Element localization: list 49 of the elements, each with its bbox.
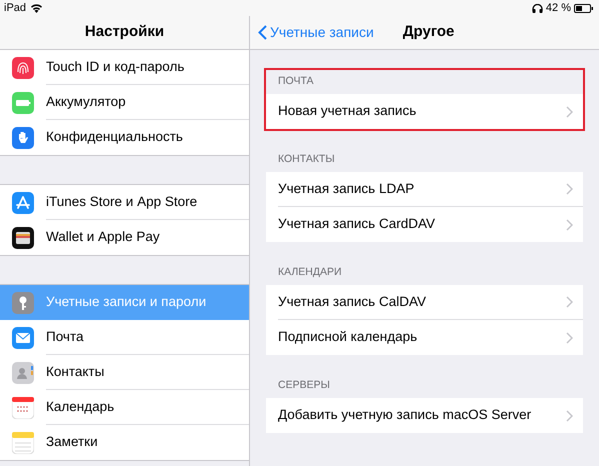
section-header: ПОЧТА	[278, 74, 314, 90]
sidebar-item-label: Календарь	[46, 398, 114, 416]
sidebar-item-label: Аккумулятор	[46, 92, 126, 111]
list-row[interactable]: Новая учетная запись	[266, 94, 583, 129]
section-header: СЕРВЕРЫ	[278, 378, 330, 394]
sidebar-item-label: iTunes Store и App Store	[46, 192, 198, 211]
chevron-right-icon	[566, 183, 573, 195]
battery-icon	[574, 4, 593, 12]
chevron-right-icon	[566, 296, 573, 308]
contacts-icon	[12, 362, 34, 384]
row-label: Новая учетная запись	[278, 102, 416, 120]
page-title: Другое	[402, 22, 454, 42]
section-header: КОНТАКТЫ	[278, 152, 335, 168]
chevron-right-icon	[566, 410, 573, 422]
row-label: Учетная запись LDAP	[278, 180, 414, 198]
sidebar-item-label: Учетные записи и пароли	[46, 293, 206, 312]
sidebar-item-label: Wallet и Apple Pay	[46, 228, 160, 246]
row-label: Добавить учетную запись macOS Server	[278, 406, 532, 424]
app-store-icon	[12, 192, 34, 214]
list-row[interactable]: Добавить учетную запись macOS Server	[266, 398, 583, 433]
sidebar-item-label: Контакты	[46, 362, 104, 381]
sidebar-item-label: Touch ID и код-пароль	[46, 58, 184, 76]
sidebar-item-label: Конфиденциальность	[46, 128, 183, 146]
section-header: КАЛЕНДАРИ	[278, 265, 342, 280]
sidebar-item-label: Заметки	[46, 433, 98, 452]
row-label: Подписной календарь	[278, 328, 418, 346]
envelope-icon	[12, 326, 34, 348]
battery-icon	[12, 92, 34, 114]
notes-icon	[12, 432, 34, 454]
device-name: iPad	[4, 0, 26, 16]
sidebar-title: Настройки	[84, 22, 164, 42]
back-button[interactable]: Учетные записи	[258, 22, 374, 43]
headphones-icon	[532, 4, 543, 12]
chevron-right-icon	[566, 332, 573, 344]
sidebar-item-label: Почта	[46, 328, 84, 346]
battery-percent: 42 %	[546, 0, 571, 16]
fingerprint-icon	[12, 56, 34, 78]
wifi-icon	[30, 3, 44, 13]
chevron-left-icon	[258, 25, 267, 40]
chevron-right-icon	[566, 218, 573, 230]
list-row[interactable]: Учетная запись LDAP	[266, 172, 583, 207]
calendar-icon	[12, 396, 34, 418]
row-label: Учетная запись CardDAV	[278, 215, 435, 234]
list-row[interactable]: Учетная запись CalDAV	[266, 285, 583, 320]
wallet-icon	[12, 226, 34, 248]
chevron-right-icon	[566, 106, 573, 118]
key-icon	[12, 292, 34, 314]
hand-icon	[12, 126, 34, 148]
row-label: Учетная запись CalDAV	[278, 292, 426, 311]
